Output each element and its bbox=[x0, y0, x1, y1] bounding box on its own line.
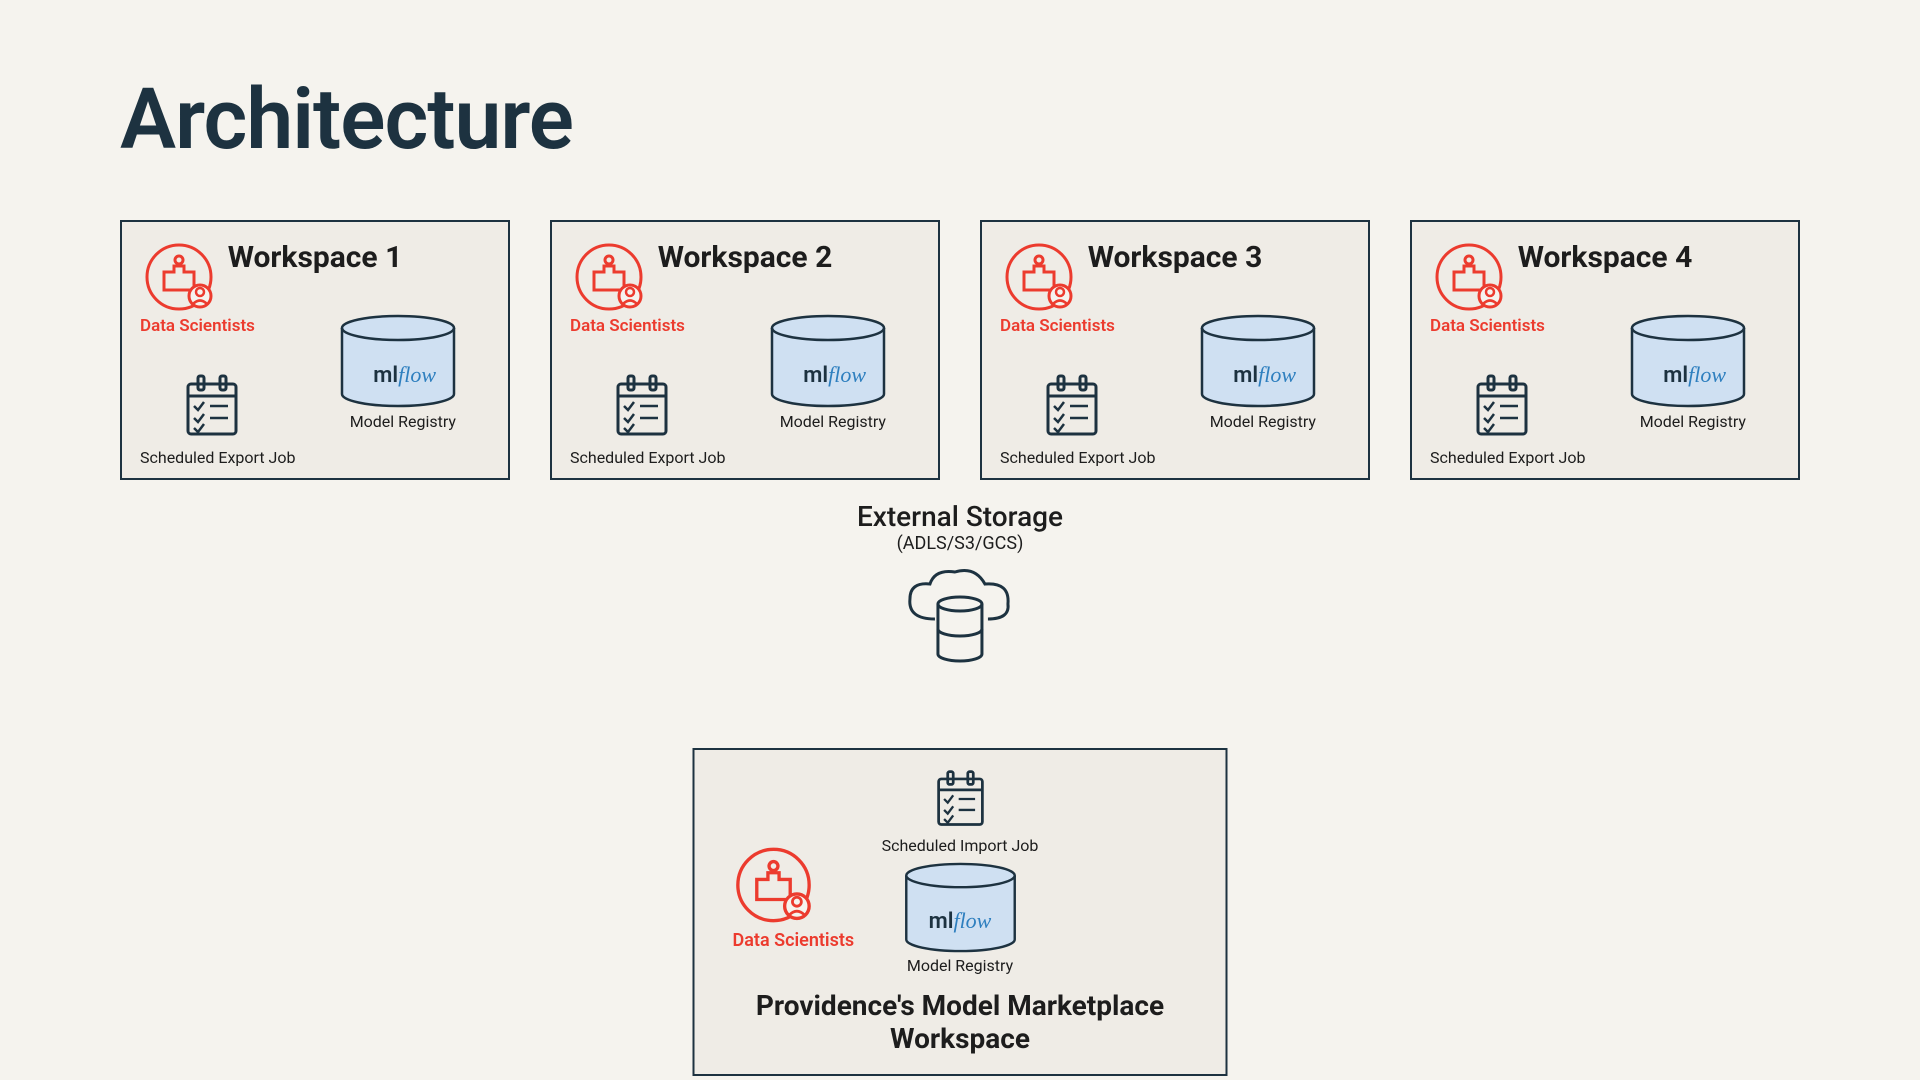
data-scientist-icon bbox=[1004, 242, 1074, 312]
model-registry-label: Model Registry bbox=[1210, 412, 1316, 431]
calendar-icon bbox=[1472, 372, 1532, 440]
page-title: Architecture bbox=[120, 70, 573, 169]
workspaces-row: Workspace 1 Data Scientists Scheduled Ex… bbox=[120, 220, 1800, 480]
data-scientists-label: Data Scientists bbox=[1430, 316, 1545, 336]
model-registry-label: Model Registry bbox=[780, 412, 886, 431]
workspace-3: Workspace 3 Data Scientists Scheduled Ex… bbox=[980, 220, 1370, 480]
workspace-1: Workspace 1 Data Scientists Scheduled Ex… bbox=[120, 220, 510, 480]
data-scientist-icon bbox=[144, 242, 214, 312]
data-scientists-label: Data Scientists bbox=[733, 930, 855, 951]
external-storage: External Storage (ADLS/S3/GCS) bbox=[857, 500, 1063, 673]
cloud-database-icon bbox=[900, 564, 1020, 669]
data-scientist-icon bbox=[1434, 242, 1504, 312]
data-scientists-label: Data Scientists bbox=[570, 316, 685, 336]
marketplace-workspace: Scheduled Import Job Data Scientists mlf… bbox=[693, 748, 1228, 1076]
scheduled-export-label: Scheduled Export Job bbox=[1430, 448, 1585, 467]
data-scientists-label: Data Scientists bbox=[1000, 316, 1115, 336]
marketplace-title: Providence's Model Marketplace Workspace bbox=[695, 989, 1226, 1056]
database-icon bbox=[1628, 314, 1748, 409]
mlflow-logo: mlflow bbox=[929, 908, 992, 934]
data-scientist-icon bbox=[574, 242, 644, 312]
workspace-4: Workspace 4 Data Scientists Scheduled Ex… bbox=[1410, 220, 1800, 480]
model-registry-label: Model Registry bbox=[907, 956, 1013, 975]
calendar-icon bbox=[612, 372, 672, 440]
scheduled-export-label: Scheduled Export Job bbox=[140, 448, 295, 467]
scheduled-import-label: Scheduled Import Job bbox=[882, 836, 1039, 855]
model-registry-label: Model Registry bbox=[1640, 412, 1746, 431]
data-scientist-icon bbox=[735, 846, 813, 924]
database-icon bbox=[1198, 314, 1318, 409]
external-storage-subtitle: (ADLS/S3/GCS) bbox=[857, 533, 1063, 554]
calendar-icon bbox=[1042, 372, 1102, 440]
database-icon bbox=[338, 314, 458, 409]
scheduled-export-label: Scheduled Export Job bbox=[570, 448, 725, 467]
model-registry-label: Model Registry bbox=[350, 412, 456, 431]
scheduled-export-label: Scheduled Export Job bbox=[1000, 448, 1155, 467]
calendar-icon bbox=[182, 372, 242, 440]
calendar-icon bbox=[932, 768, 988, 830]
database-icon bbox=[768, 314, 888, 409]
external-storage-title: External Storage bbox=[857, 500, 1063, 533]
workspace-2: Workspace 2 Data Scientists Scheduled Ex… bbox=[550, 220, 940, 480]
data-scientists-label: Data Scientists bbox=[140, 316, 255, 336]
